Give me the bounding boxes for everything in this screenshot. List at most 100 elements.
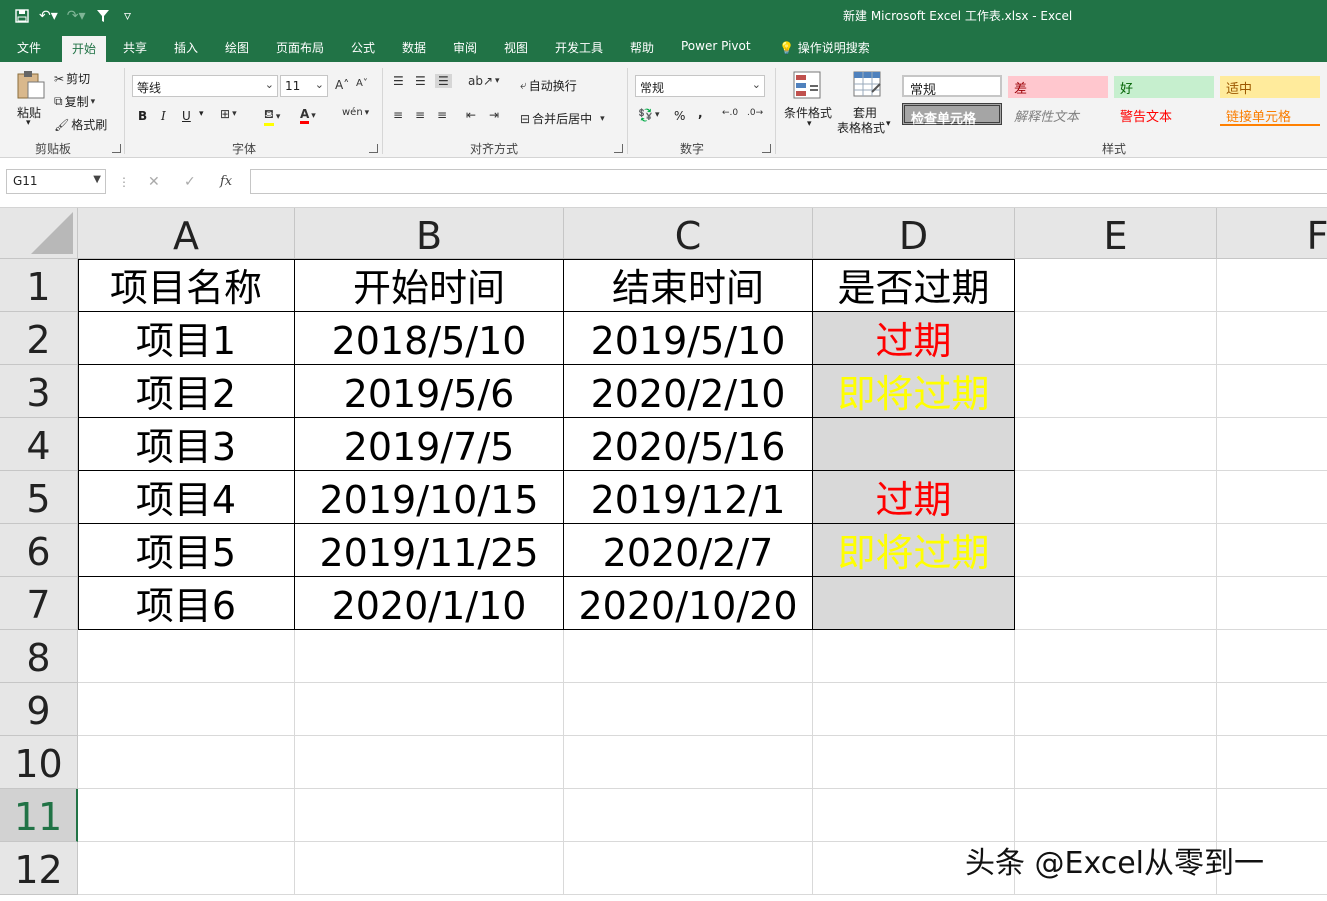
select-all-button[interactable] [0,208,78,259]
empty-cell[interactable] [295,683,564,736]
row-header-2[interactable]: 2 [0,312,78,365]
row-header-8[interactable]: 8 [0,630,78,683]
align-left-button[interactable]: ≡ [393,108,403,122]
table-cell[interactable]: 2019/10/15 [295,471,564,524]
tab-share[interactable]: 共享 [123,39,147,56]
table-header-cell[interactable]: 结束时间 [564,259,813,312]
table-cell[interactable]: 2020/1/10 [295,577,564,630]
status-cell[interactable]: 过期 [813,471,1015,524]
style-bad[interactable]: 差 [1008,76,1108,98]
empty-cell[interactable] [1217,259,1327,312]
empty-cell[interactable] [1015,471,1217,524]
name-box[interactable]: G11 ▼ [6,169,106,194]
italic-button[interactable]: I [161,109,166,123]
table-header-cell[interactable]: 项目名称 [78,259,295,312]
status-cell[interactable]: 即将过期 [813,524,1015,577]
undo-icon[interactable]: ↶▾ [39,6,58,26]
bold-button[interactable]: B [138,109,147,123]
empty-cell[interactable] [813,736,1015,789]
table-cell[interactable]: 2019/7/5 [295,418,564,471]
empty-cell[interactable] [1015,683,1217,736]
empty-cell[interactable] [78,630,295,683]
empty-cell[interactable] [564,736,813,789]
table-cell[interactable]: 2020/10/20 [564,577,813,630]
table-header-cell[interactable]: 是否过期 [813,259,1015,312]
phonetic-button[interactable]: wén ▾ [342,107,369,118]
empty-cell[interactable] [1217,418,1327,471]
tab-draw[interactable]: 绘图 [225,39,249,56]
redo-icon[interactable]: ↷▾ [67,6,86,26]
style-check-cell[interactable]: 检查单元格 [902,103,1002,127]
style-explanatory[interactable]: 解释性文本 [1008,104,1108,126]
empty-cell[interactable] [813,789,1015,842]
empty-cell[interactable] [295,789,564,842]
empty-cell[interactable] [1015,312,1217,365]
align-right-button[interactable]: ≡ [437,108,447,122]
clipboard-launcher-icon[interactable] [112,144,121,153]
style-warning[interactable]: 警告文本 [1114,104,1214,126]
column-header-b[interactable]: B [295,208,564,259]
empty-cell[interactable] [1217,577,1327,630]
tab-developer[interactable]: 开发工具 [555,39,603,56]
format-as-table-label-2[interactable]: 表格格式 [837,119,885,136]
empty-cell[interactable] [295,842,564,895]
row-header-1[interactable]: 1 [0,259,78,312]
font-name-select[interactable]: 等线 ⌄ [132,75,278,97]
orientation-button[interactable]: ab↗ ▾ [468,74,500,88]
column-header-e[interactable]: E [1015,208,1217,259]
empty-cell[interactable] [1217,789,1327,842]
tab-review[interactable]: 审阅 [453,39,477,56]
wrap-text-button[interactable]: ⤶ 自动换行 [520,77,577,94]
tab-power-pivot[interactable]: Power Pivot [681,39,751,53]
empty-cell[interactable] [1217,736,1327,789]
style-neutral[interactable]: 适中 [1220,76,1320,98]
table-header-cell[interactable]: 开始时间 [295,259,564,312]
cut-button[interactable]: ✂ 剪切 [54,70,90,87]
table-cell[interactable]: 2019/11/25 [295,524,564,577]
table-cell[interactable]: 2019/5/10 [564,312,813,365]
empty-cell[interactable] [564,842,813,895]
alignment-launcher-icon[interactable] [614,144,623,153]
cancel-icon[interactable]: ✕ [148,174,160,190]
enter-icon[interactable]: ✓ [184,174,196,190]
empty-cell[interactable] [564,683,813,736]
tab-tell-me[interactable]: 💡 操作说明搜索 [779,39,870,56]
empty-cell[interactable] [78,789,295,842]
align-bottom-button[interactable]: ☰ [435,74,452,88]
row-header-11[interactable]: 11 [0,789,78,842]
status-cell[interactable]: 过期 [813,312,1015,365]
align-top-button[interactable]: ☰ [393,74,404,88]
align-center-button[interactable]: ≡ [415,108,425,122]
table-cell[interactable]: 2020/5/16 [564,418,813,471]
chevron-down-icon[interactable]: ▾ [886,119,891,129]
decrease-indent-button[interactable]: ⇤ [466,108,476,122]
increase-font-button[interactable]: A˄ [335,78,349,92]
decrease-decimal-button[interactable]: .0→ [747,108,763,118]
tab-insert[interactable]: 插入 [174,39,198,56]
empty-cell[interactable] [1217,524,1327,577]
empty-cell[interactable] [1015,524,1217,577]
comma-button[interactable]: , [698,106,703,120]
tab-file[interactable]: 文件 [17,39,41,56]
row-header-9[interactable]: 9 [0,683,78,736]
column-header-d[interactable]: D [813,208,1015,259]
table-cell[interactable]: 2020/2/7 [564,524,813,577]
insert-function-icon[interactable]: fx [220,174,232,189]
increase-indent-button[interactable]: ⇥ [489,108,499,122]
style-normal[interactable]: 常规 [902,75,1002,98]
row-header-3[interactable]: 3 [0,365,78,418]
font-launcher-icon[interactable] [369,144,378,153]
empty-cell[interactable] [813,683,1015,736]
row-header-4[interactable]: 4 [0,418,78,471]
empty-cell[interactable] [1217,471,1327,524]
status-cell[interactable]: 即将过期 [813,365,1015,418]
font-size-select[interactable]: 11 ⌄ [280,75,328,97]
chevron-down-icon[interactable]: ▾ [807,119,812,129]
formula-input[interactable] [250,169,1327,194]
table-cell[interactable]: 项目2 [78,365,295,418]
empty-cell[interactable] [564,630,813,683]
copy-button[interactable]: ⧉ 复制 ▾ [54,93,95,110]
table-cell[interactable]: 2019/12/1 [564,471,813,524]
row-header-10[interactable]: 10 [0,736,78,789]
table-cell[interactable]: 2020/2/10 [564,365,813,418]
